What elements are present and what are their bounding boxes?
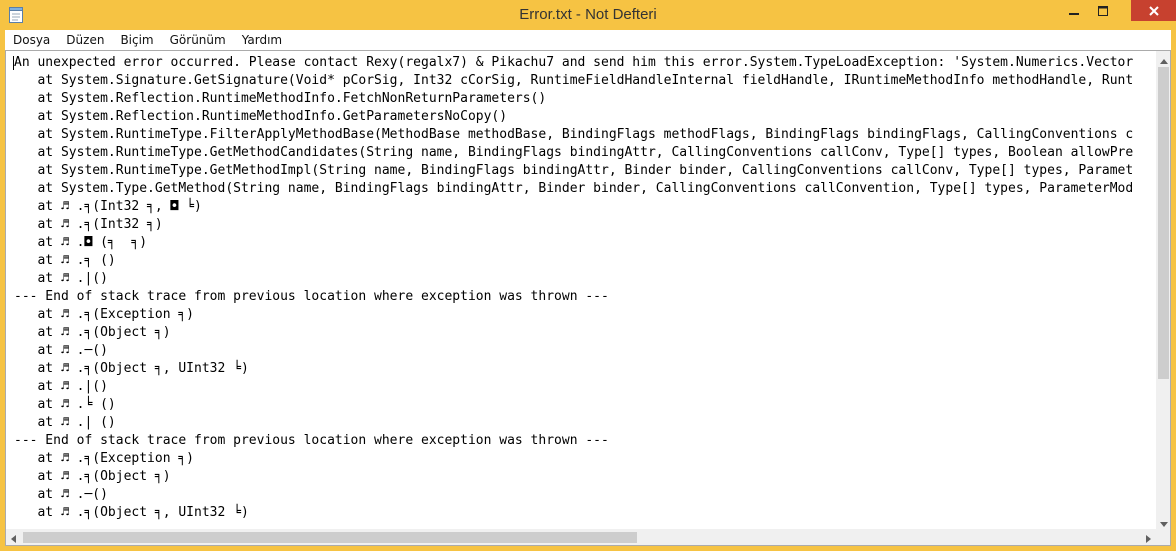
menu-item-help[interactable]: Yardım: [234, 30, 290, 50]
menu-item-view[interactable]: Görünüm: [162, 30, 234, 50]
text-line: at ♬ .◘ (╕ ╕): [14, 235, 148, 250]
text-line: at ♬ .|(): [14, 271, 108, 286]
window-title: Error.txt - Not Defteri: [519, 6, 657, 23]
menu-item-format[interactable]: Biçim: [112, 30, 161, 50]
menu-item-edit[interactable]: Düzen: [58, 30, 112, 50]
text-content[interactable]: An unexpected error occurred. Please con…: [6, 51, 1156, 529]
text-line: at System.Signature.GetSignature(Void* p…: [14, 73, 1134, 88]
menu-item-file[interactable]: Dosya: [5, 30, 58, 50]
text-line: at System.Reflection.RuntimeMethodInfo.F…: [14, 91, 547, 106]
text-line: at ♬ .╕(Int32 ╕): [14, 217, 163, 232]
text-line: at ♬ .╕(Object ╕, UInt32 ╘): [14, 361, 249, 376]
chevron-up-icon: [1159, 51, 1168, 68]
text-line: at ♬ .╕(Int32 ╕, ◘ ╘): [14, 199, 202, 214]
text-line: at ♬ .╕(Object ╕): [14, 325, 171, 340]
text-line: at ♬ .|(): [14, 379, 108, 394]
scrollbar-corner: [1156, 529, 1170, 545]
text-line: at ♬ .─(): [14, 343, 108, 358]
minimize-icon: [1069, 1, 1079, 20]
notepad-window: Error.txt - Not Defteri Dosya Düzen Biçi…: [0, 0, 1176, 551]
close-icon: [1148, 1, 1159, 20]
horizontal-scrollbar[interactable]: [6, 529, 1156, 545]
chevron-left-icon: [11, 528, 16, 546]
text-line: at ♬ .╕(Object ╕): [14, 469, 171, 484]
text-line: at ♬ .╕(Object ╕, UInt32 ╘): [14, 505, 249, 520]
vertical-scroll-thumb[interactable]: [1158, 67, 1169, 379]
scroll-down-button[interactable]: [1156, 514, 1170, 529]
scroll-up-button[interactable]: [1156, 51, 1170, 68]
text-line: at System.Reflection.RuntimeMethodInfo.G…: [14, 109, 508, 124]
text-line: --- End of stack trace from previous loc…: [14, 289, 609, 304]
title-bar[interactable]: Error.txt - Not Defteri: [0, 0, 1176, 30]
text-line: at System.RuntimeType.GetMethodCandidate…: [14, 145, 1134, 160]
maximize-button[interactable]: [1090, 0, 1116, 21]
text-line: at ♬ .─(): [14, 487, 108, 502]
text-line: at ♬ .╕ (): [14, 253, 116, 268]
minimize-button[interactable]: [1061, 0, 1087, 21]
text-line: at ♬ .| (): [14, 415, 116, 430]
text-line: at System.Type.GetMethod(String name, Bi…: [14, 181, 1134, 196]
text-editor[interactable]: An unexpected error occurred. Please con…: [5, 50, 1171, 546]
text-line: at System.RuntimeType.FilterApplyMethodB…: [14, 127, 1134, 142]
text-line: at ♬ .╕(Exception ╕): [14, 307, 195, 322]
horizontal-scroll-thumb[interactable]: [23, 532, 637, 543]
text-line: at ♬ .╘ (): [14, 397, 116, 412]
scroll-right-button[interactable]: [1141, 529, 1156, 545]
text-line: --- End of stack trace from previous loc…: [14, 433, 609, 448]
text-line: at ♬ .╕(Exception ╕): [14, 451, 195, 466]
vertical-scrollbar[interactable]: [1156, 51, 1170, 529]
menu-bar: Dosya Düzen Biçim Görünüm Yardım: [5, 30, 1171, 51]
text-line: at System.RuntimeType.GetMethodImpl(Stri…: [14, 163, 1134, 178]
chevron-right-icon: [1146, 528, 1151, 546]
text-line: An unexpected error occurred. Please con…: [14, 55, 1134, 70]
maximize-icon: [1098, 1, 1108, 20]
scroll-left-button[interactable]: [6, 529, 21, 545]
close-button[interactable]: [1131, 0, 1176, 21]
